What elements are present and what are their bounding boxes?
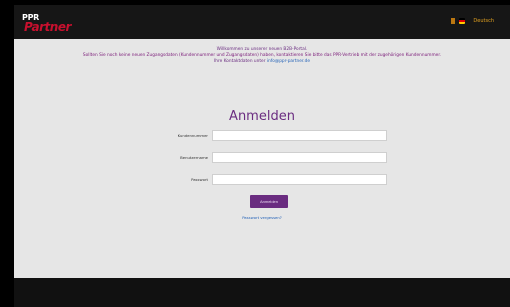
forgot-password-link[interactable]: Passwort vergessen?	[14, 215, 510, 220]
german-flag-icon	[459, 18, 466, 24]
browser-viewport: PPR Partner Deutsch Willkommen zu unsere…	[14, 5, 510, 307]
username-row: Benutzername	[14, 152, 510, 164]
language-label[interactable]: Deutsch	[473, 18, 494, 24]
password-input[interactable]	[212, 174, 387, 185]
customer-number-row: Kundennummer	[14, 130, 510, 142]
login-button[interactable]: Anmelden	[250, 195, 288, 208]
password-row: Passwort	[14, 174, 510, 186]
user-icon	[451, 18, 456, 24]
customer-number-label: Kundennummer	[177, 133, 208, 138]
contact-email-link[interactable]: info@ppr-partner.de	[267, 59, 310, 64]
username-input[interactable]	[212, 152, 387, 163]
notice-contact-text: Ihre Kontaktdaten unter	[214, 59, 266, 64]
customer-number-input[interactable]	[212, 130, 387, 141]
logo-text-bottom: Partner	[24, 20, 71, 34]
page-footer	[14, 278, 510, 307]
welcome-notice: Willkommen zu unserer neuen B2B-Portal. …	[14, 47, 510, 65]
top-navigation-bar: PPR Partner Deutsch	[14, 5, 510, 39]
language-switcher[interactable]: Deutsch	[451, 16, 494, 26]
login-title: Anmelden	[229, 109, 295, 124]
username-label: Benutzername	[180, 155, 208, 160]
password-label: Passwort	[191, 177, 208, 182]
brand-logo[interactable]: PPR Partner	[22, 13, 71, 34]
notice-line-3: Ihre Kontaktdaten unter info@ppr-partner…	[14, 59, 510, 65]
